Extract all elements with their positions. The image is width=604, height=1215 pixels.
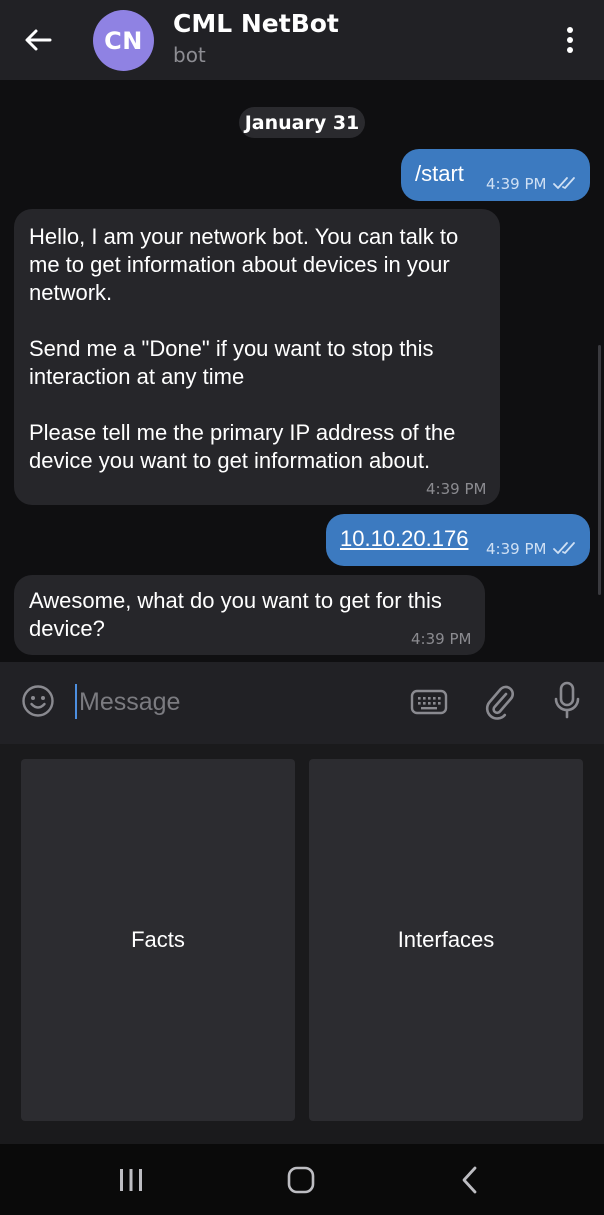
- arrow-left-icon: [25, 29, 52, 51]
- scrollbar[interactable]: [598, 345, 601, 595]
- reply-button-facts[interactable]: Facts: [21, 759, 295, 1121]
- chat-title[interactable]: CML NetBot: [173, 9, 339, 38]
- more-options-button[interactable]: [552, 20, 588, 60]
- menu-dot: [567, 47, 573, 53]
- nav-back-icon: [462, 1166, 477, 1194]
- more-vertical-icon: [567, 27, 573, 33]
- incoming-message[interactable]: Hello, I am your network bot. You can ta…: [14, 209, 500, 505]
- reply-button-interfaces[interactable]: Interfaces: [309, 759, 583, 1121]
- message-time: 4:39 PM: [411, 630, 472, 648]
- text-cursor: [75, 684, 77, 719]
- keyboard-icon: [410, 689, 448, 715]
- back-button[interactable]: [18, 20, 58, 60]
- chat-header: CN CML NetBot bot: [0, 0, 604, 80]
- message-time: 4:39 PM: [486, 540, 547, 558]
- paperclip-icon: [485, 685, 514, 720]
- system-navigation-bar: [0, 1144, 604, 1215]
- chat-subtitle: bot: [173, 43, 206, 67]
- home-icon: [287, 1166, 315, 1194]
- message-time: 4:39 PM: [426, 480, 487, 498]
- avatar[interactable]: CN: [93, 10, 154, 71]
- read-receipt-icon: [553, 542, 575, 554]
- system-back-button[interactable]: [452, 1162, 488, 1198]
- message-composer: [0, 662, 604, 744]
- message-text: Hello, I am your network bot. You can ta…: [29, 224, 459, 473]
- outgoing-message[interactable]: 10.10.20.176 4:39 PM: [326, 514, 590, 566]
- recents-button[interactable]: [113, 1162, 149, 1198]
- menu-dot: [567, 37, 573, 43]
- incoming-message[interactable]: Awesome, what do you want to get for thi…: [14, 575, 485, 655]
- attach-button[interactable]: [481, 682, 519, 722]
- reply-keyboard: Facts Interfaces: [0, 744, 604, 1144]
- recents-icon: [120, 1169, 142, 1191]
- voice-message-button[interactable]: [549, 680, 585, 722]
- read-receipt-icon: [553, 177, 575, 189]
- date-separator: January 31: [239, 107, 365, 138]
- message-time: 4:39 PM: [486, 175, 547, 193]
- message-text: /start: [415, 161, 464, 186]
- emoji-icon: [22, 685, 54, 717]
- home-button[interactable]: [283, 1162, 319, 1198]
- keyboard-toggle-button[interactable]: [409, 684, 449, 720]
- message-input[interactable]: [79, 680, 379, 724]
- ip-link[interactable]: 10.10.20.176: [340, 525, 468, 553]
- outgoing-message[interactable]: /start 4:39 PM: [401, 149, 590, 201]
- microphone-icon: [554, 681, 580, 719]
- message-list[interactable]: January 31 /start 4:39 PM Hello, I am yo…: [0, 80, 604, 662]
- emoji-button[interactable]: [19, 682, 57, 720]
